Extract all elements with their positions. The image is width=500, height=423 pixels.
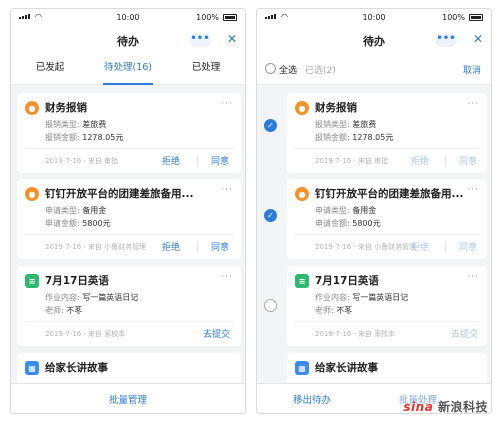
todo-card-petty-cash[interactable]: ● 钉钉开放平台的团建差旅备用... ··· 申请类型: 备用金 申请金额: 5… [287,179,487,259]
approve-button[interactable]: 同意 [211,154,229,167]
todo-card-expense[interactable]: ● 财务报销 ··· 报销类型: 差旅费 报销金额: 1278.05元 2019… [17,93,241,173]
card-title: 给家长讲故事 [315,362,378,374]
card-line: 报销金额: 1278.05元 [45,133,124,142]
more-button[interactable]: ••• [435,33,457,47]
card-meta: 2019-7-16 · 来自 审批 [315,157,389,165]
divider [25,148,233,149]
tab-bar: 已发起 待处理(16) 已处理 [11,53,245,85]
phone-right: ◠ 10:00 100% 待办 ••• ✕ 全选 已选(2) 取消 ✓ ● 财务… [256,8,492,414]
card-title: 财务报销 [45,102,87,114]
reject-button[interactable]: 拒绝 [162,154,180,167]
card-line: 报销金额: 1278.05元 [315,133,394,142]
card-line: 申请类型: 备用金 [315,206,377,215]
selected-count: 已选(2) [305,66,336,76]
divider [295,148,479,149]
card-meta: 2019-7-16 · 来自 小鲁财务管理 [315,243,417,251]
card-line: 作业内容: 写一篇英语日记 [45,293,139,302]
card-title: 7月17日英语 [45,275,109,287]
card-line: 申请类型: 备用金 [45,206,107,215]
card-line: 报销类型: 差旅费 [315,120,377,129]
watermark: sina 新浪科技 [403,398,488,415]
card-more-icon[interactable]: ··· [221,185,233,195]
divider [25,234,233,235]
document-icon: ≡ [295,274,309,288]
card-line: 作业内容: 写一篇英语日记 [315,293,409,302]
tab-processed[interactable]: 已处理 [167,53,245,84]
reject-button: 拒绝 [411,243,430,253]
card-meta: 2019-7-16 · 来自 家校本 [45,330,126,338]
approve-button[interactable]: 同意 [211,240,229,253]
close-button[interactable]: ✕ [227,32,237,46]
checkbox-checked-icon[interactable]: ✓ [264,209,277,222]
checkbox-unchecked-icon[interactable] [264,299,277,312]
checkbox-checked-icon[interactable]: ✓ [264,119,277,132]
title-bar: 待办 ••• ✕ [11,27,245,53]
todo-card-petty-cash[interactable]: ● 钉钉开放平台的团建差旅备用... ··· 申请类型: 备用金 申请金额: 5… [17,179,241,259]
document-icon: ≡ [25,274,39,288]
card-meta: 2019-7-16 · 来自 审批 [45,157,119,165]
card-more-icon[interactable]: ··· [221,272,233,282]
card-title: 给家长讲故事 [45,362,108,374]
divider [295,321,479,322]
divider [445,242,446,252]
selection-bar: 全选 已选(2) 取消 [257,53,491,85]
todo-card-expense[interactable]: ● 财务报销 ··· 报销类型: 差旅费 报销金额: 1278.05元 2019… [287,93,487,173]
battery-percent: 100% [442,13,465,22]
status-bar: ◠ 10:00 100% [11,9,245,27]
todo-card-homework[interactable]: ≡ 7月17日英语 ··· 作业内容: 写一篇英语日记 老师: 不苳 2019-… [17,266,241,346]
status-bar: ◠ 10:00 100% [257,9,491,27]
person-icon: ● [25,101,39,115]
watermark-text: 新浪科技 [437,400,488,414]
divider [197,156,198,166]
card-title: 钉钉开放平台的团建差旅备用... [315,188,464,200]
person-icon: ● [25,187,39,201]
phone-left: ◠ 10:00 100% 待办 ••• ✕ 已发起 待处理(16) 已处理 ● … [10,8,246,414]
cancel-button[interactable]: 取消 [463,63,481,76]
batch-manage-button[interactable]: 批量管理 [11,392,245,406]
card-more-icon[interactable]: ··· [467,272,479,282]
divider [197,242,198,252]
submit-button: 去提交 [451,330,479,340]
card-title: 钉钉开放平台的团建差旅备用... [45,188,194,200]
reject-button[interactable]: 拒绝 [162,240,180,253]
person-icon: ● [295,101,309,115]
calendar-icon: ▦ [25,361,39,375]
tab-pending[interactable]: 待处理(16) [89,53,167,85]
card-line: 老师: 不苳 [315,306,353,315]
reject-button: 拒绝 [411,157,430,167]
card-more-icon[interactable]: ··· [467,99,479,109]
close-button[interactable]: ✕ [473,32,483,46]
card-line: 报销类型: 差旅费 [45,120,107,129]
battery-icon [469,14,483,21]
calendar-icon: ▦ [295,361,309,375]
card-more-icon[interactable]: ··· [467,185,479,195]
card-more-icon[interactable]: ··· [221,99,233,109]
battery-percent: 100% [196,13,219,22]
card-title: 7月17日英语 [315,275,379,287]
todo-card-homework[interactable]: ≡ 7月17日英语 ··· 作业内容: 写一篇英语日记 老师: 不苳 2019-… [287,266,487,346]
card-meta: 2019-7-16 · 来自 小鲁财务管理 [45,243,147,251]
card-meta: 2019-7-16 · 来自 家校本 [315,330,396,338]
select-all-radio[interactable] [265,63,276,74]
more-button[interactable]: ••• [189,33,211,47]
card-line: 老师: 不苳 [45,306,83,315]
approve-button: 同意 [459,243,478,253]
divider [445,156,446,166]
person-icon: ● [295,187,309,201]
approve-button: 同意 [459,157,478,167]
select-all-label[interactable]: 全选 [279,63,297,76]
submit-button[interactable]: 去提交 [203,327,230,340]
divider [25,321,233,322]
battery-icon [223,14,237,21]
bottom-bar: 批量管理 [11,383,245,413]
remove-from-todo-button[interactable]: 移出待办 [293,392,331,406]
sina-logo: sina [403,400,434,414]
tab-initiated[interactable]: 已发起 [11,53,89,84]
card-line: 申请金额: 5800元 [315,219,381,228]
card-line: 申请金额: 5800元 [45,219,111,228]
divider [295,234,479,235]
title-bar: 待办 ••• ✕ [257,27,491,53]
card-title: 财务报销 [315,102,357,114]
